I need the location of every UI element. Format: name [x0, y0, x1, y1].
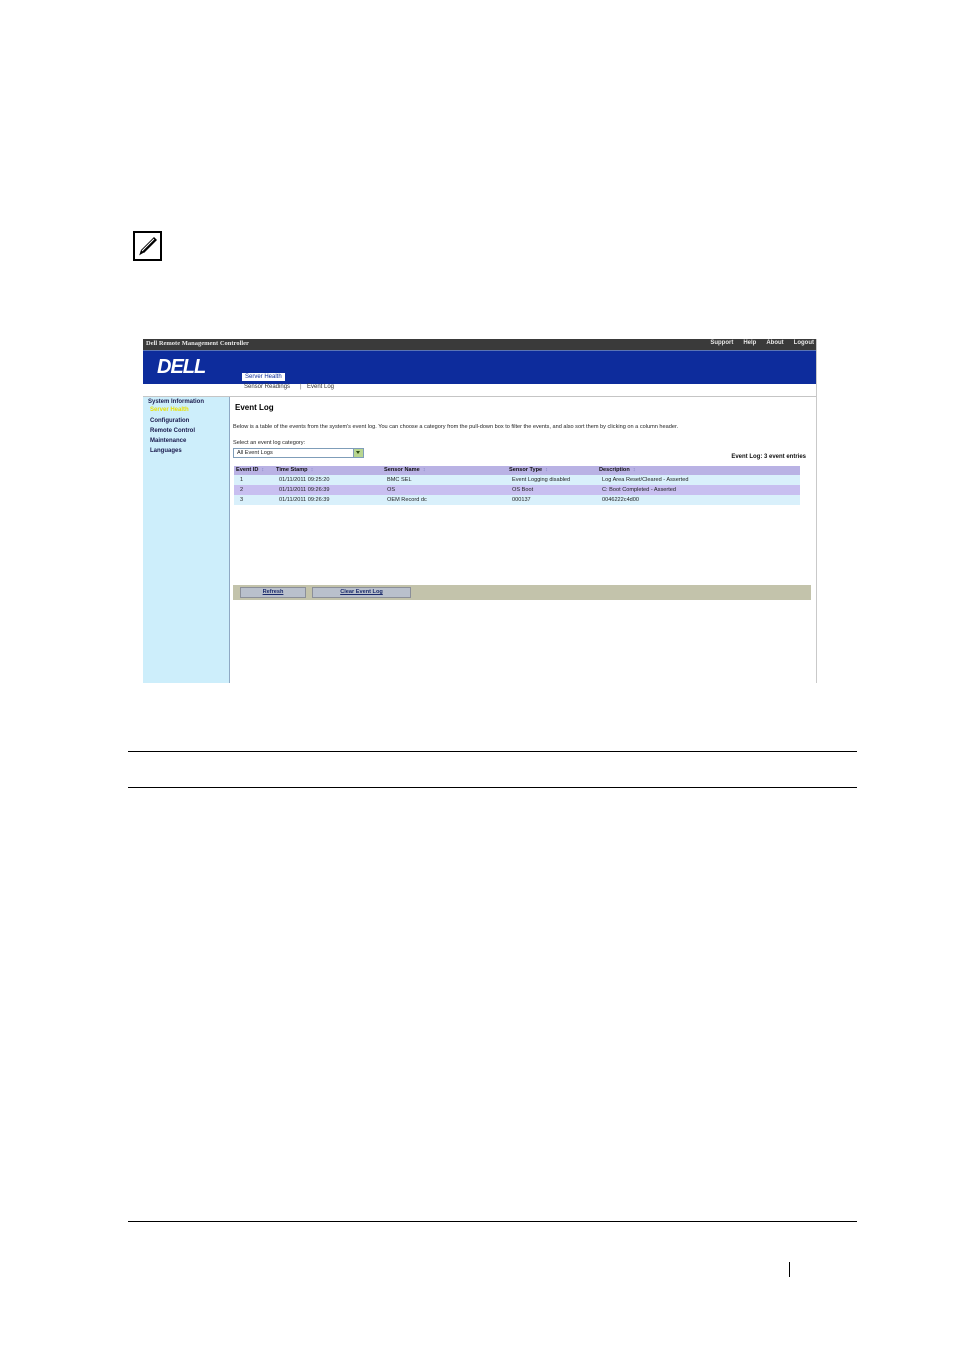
clear-event-log-button[interactable]: Clear Event Log — [312, 587, 411, 598]
sidebar-item-languages[interactable]: Languages — [150, 448, 182, 454]
column-header-label: Sensor Type — [509, 467, 543, 473]
event-category-select[interactable]: All Event Logs — [233, 448, 364, 458]
header-banner: DELL Server Health — [143, 351, 816, 384]
sidebar-item-configuration[interactable]: Configuration — [150, 418, 189, 424]
description-cell: Log Area Reset/Cleared - Asserted — [602, 477, 689, 483]
table-row: 3 01/11/2011 09:26:39 OEM Record dc 0001… — [234, 495, 800, 505]
time-stamp-cell: 01/11/2011 09:25:20 — [279, 477, 330, 483]
event-id-cell: 1 — [240, 477, 244, 483]
table-header-row: Event ID ↕ Time Stamp ↕ Sensor Name ↕ Senso… — [234, 466, 800, 475]
sensor-name-cell: OEM Record dc — [387, 497, 427, 503]
chevron-down-icon[interactable] — [353, 449, 363, 457]
sensor-name-cell: OS — [387, 487, 396, 493]
sort-icon: ↕ — [422, 467, 426, 473]
sidebar-item-system-information[interactable]: System Information — [148, 399, 204, 405]
event-id-cell: 3 — [240, 497, 244, 503]
table-bottom-rule — [128, 787, 857, 788]
description-cell: 0046222c4d00 — [602, 497, 640, 503]
sensor-type-cell: OS Boot — [512, 487, 534, 493]
time-stamp-cell: 01/11/2011 09:26:39 — [279, 497, 330, 503]
main-content: Event Log Below is a table of the events… — [230, 397, 816, 683]
description-cell: C: Boot Completed - Asserted — [602, 487, 676, 493]
subnav-event-log[interactable]: Event Log — [307, 384, 334, 390]
table-row: 1 01/11/2011 09:25:20 BMC SEL Event Logg… — [234, 475, 800, 485]
sidebar-item-remote-control[interactable]: Remote Control — [150, 428, 195, 434]
column-header-label: Event ID — [236, 467, 259, 473]
sensor-name-cell: BMC SEL — [387, 477, 412, 483]
table-row: 2 01/11/2011 09:26:39 OS OS Boot C: Boot… — [234, 485, 800, 495]
button-bar: Refresh Clear Event Log — [233, 585, 811, 600]
sort-icon: ↕ — [310, 467, 314, 473]
category-select-label: Select an event log category: — [233, 440, 306, 446]
sidebar-item-server-health[interactable]: Server Health — [150, 407, 189, 413]
event-category-value: All Event Logs — [237, 450, 273, 456]
column-header-label: Description — [599, 467, 630, 473]
column-header-time-stamp[interactable]: Time Stamp ↕ — [276, 467, 313, 473]
page-description: Below is a table of the events from the … — [233, 424, 679, 430]
page-number-separator — [789, 1262, 790, 1277]
logout-link[interactable]: Logout — [794, 340, 814, 346]
subnav-sensor-readings[interactable]: Sensor Readings — [244, 384, 290, 390]
column-header-label: Sensor Name — [384, 467, 420, 473]
screenshot-frame: Dell Remote Management Controller Suppor… — [143, 339, 817, 683]
column-header-sensor-name[interactable]: Sensor Name ↕ — [384, 467, 426, 473]
sub-navigation: Sensor Readings | Event Log — [143, 384, 816, 397]
time-stamp-cell: 01/11/2011 09:26:39 — [279, 487, 330, 493]
sort-icon: ↕ — [632, 467, 636, 473]
column-header-sensor-type[interactable]: Sensor Type ↕ — [509, 467, 548, 473]
top-bar: Dell Remote Management Controller Suppor… — [143, 339, 816, 351]
support-link[interactable]: Support — [710, 340, 733, 346]
event-id-cell: 2 — [240, 487, 244, 493]
column-header-description[interactable]: Description ↕ — [599, 467, 636, 473]
sensor-type-cell: Event Logging disabled — [512, 477, 571, 483]
help-link[interactable]: Help — [743, 340, 756, 346]
subnav-separator: | — [300, 384, 302, 390]
table-top-rule — [128, 751, 857, 752]
about-link[interactable]: About — [766, 340, 783, 346]
footer-rule — [128, 1221, 857, 1222]
sidebar: System Information Server Health Configu… — [143, 397, 230, 683]
sidebar-item-maintenance[interactable]: Maintenance — [150, 438, 186, 444]
event-count: Event Log: 3 event entries — [731, 454, 806, 460]
app-title: Dell Remote Management Controller — [146, 340, 249, 347]
tab-server-health[interactable]: Server Health — [242, 373, 285, 381]
page-title: Event Log — [235, 403, 274, 412]
pencil-note-icon — [133, 231, 162, 261]
sort-icon: ↕ — [261, 467, 265, 473]
sort-icon: ↕ — [545, 467, 548, 473]
event-log-table: Event ID ↕ Time Stamp ↕ Sensor Name ↕ Senso… — [234, 466, 800, 505]
refresh-button[interactable]: Refresh — [240, 587, 306, 598]
sensor-type-cell: 000137 — [512, 497, 531, 503]
column-header-label: Time Stamp — [276, 467, 308, 473]
dell-logo: DELL — [157, 356, 206, 378]
column-header-event-id[interactable]: Event ID ↕ — [236, 467, 264, 473]
top-links: Support Help About Logout — [710, 340, 814, 346]
